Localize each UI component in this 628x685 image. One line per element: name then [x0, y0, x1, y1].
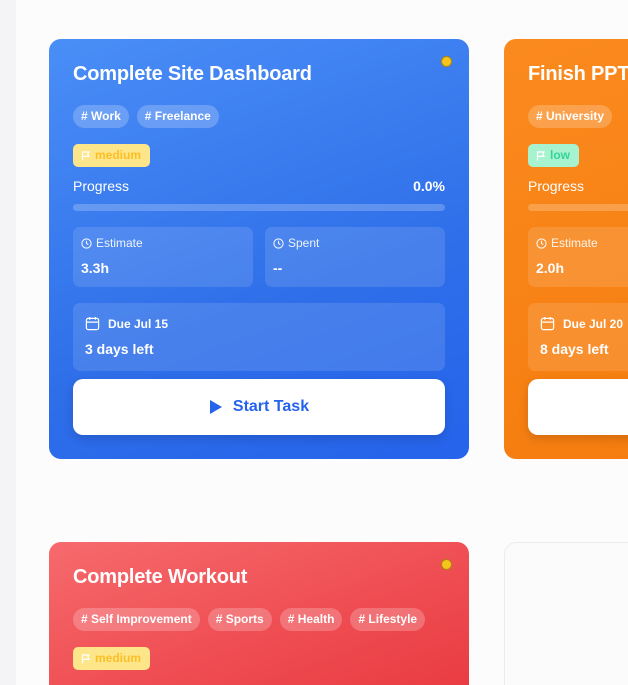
tag-list: # University	[528, 105, 613, 128]
due-date: Due Jul 15	[108, 316, 169, 331]
clock-icon	[536, 237, 547, 249]
estimate-box: Estimate 3.3h	[73, 227, 253, 287]
task-card-site-dashboard[interactable]: Complete Site Dashboard # Work # Freelan…	[49, 39, 469, 459]
play-icon	[209, 400, 222, 414]
task-card-complete-workout[interactable]: Complete Workout # Self Improvement # Sp…	[49, 542, 469, 685]
task-board: Complete Site Dashboard # Work # Freelan…	[0, 0, 628, 685]
task-title: Finish PPT	[528, 63, 628, 85]
left-rail	[0, 0, 16, 685]
progress-value: 0.0%	[413, 178, 445, 194]
due-remaining: 8 days left	[540, 341, 609, 357]
progress-bar	[73, 204, 445, 211]
clock-icon	[273, 237, 284, 249]
priority-badge: medium	[73, 647, 151, 670]
spent-label: Spent	[288, 236, 320, 250]
spent-value: --	[273, 260, 283, 276]
priority-label: medium	[95, 148, 142, 162]
status-dot	[441, 56, 452, 67]
tag[interactable]: # University	[528, 105, 613, 128]
estimate-value: 3.3h	[81, 260, 110, 276]
task-title: Complete Site Dashboard	[73, 63, 312, 85]
tag[interactable]: # Work	[73, 105, 129, 128]
start-task-button[interactable]	[528, 379, 628, 435]
calendar-icon	[85, 316, 100, 331]
progress-label: Progress	[73, 178, 130, 194]
status-dot	[441, 559, 452, 570]
priority-badge: low	[528, 144, 579, 167]
tag-list: # Work # Freelance	[73, 105, 219, 128]
task-card-finish-ppt[interactable]: Finish PPT # University low Progress Est…	[504, 39, 628, 459]
due-date: Due Jul 20	[563, 316, 624, 331]
spent-box: Spent --	[265, 227, 445, 287]
flag-icon	[81, 653, 91, 663]
priority-badge: medium	[73, 144, 151, 167]
task-card-placeholder	[504, 542, 628, 685]
due-remaining: 3 days left	[85, 341, 154, 357]
priority-label: medium	[95, 651, 142, 665]
flag-icon	[536, 150, 546, 160]
progress-label: Progress	[528, 178, 585, 194]
estimate-value: 2.0h	[536, 260, 565, 276]
estimate-box: Estimate 2.0h	[528, 227, 628, 287]
clock-icon	[81, 237, 92, 249]
tag[interactable]: # Self Improvement	[73, 608, 200, 631]
start-task-button[interactable]: Start Task	[73, 379, 445, 435]
tag[interactable]: # Lifestyle	[350, 608, 426, 631]
progress-bar	[528, 204, 628, 211]
tag[interactable]: # Sports	[207, 608, 272, 631]
flag-icon	[81, 150, 91, 160]
task-title: Complete Workout	[73, 566, 248, 588]
estimate-label: Estimate	[96, 236, 143, 250]
priority-label: low	[550, 148, 570, 162]
calendar-icon	[540, 316, 555, 331]
tag[interactable]: # Freelance	[136, 105, 219, 128]
tag-list: # Self Improvement # Sports # Health # L…	[73, 608, 426, 631]
due-box: Due Jul 15 3 days left	[73, 303, 445, 371]
estimate-label: Estimate	[551, 236, 598, 250]
start-task-label: Start Task	[232, 398, 310, 415]
due-box: Due Jul 20 8 days left	[528, 303, 628, 371]
tag[interactable]: # Health	[279, 608, 343, 631]
